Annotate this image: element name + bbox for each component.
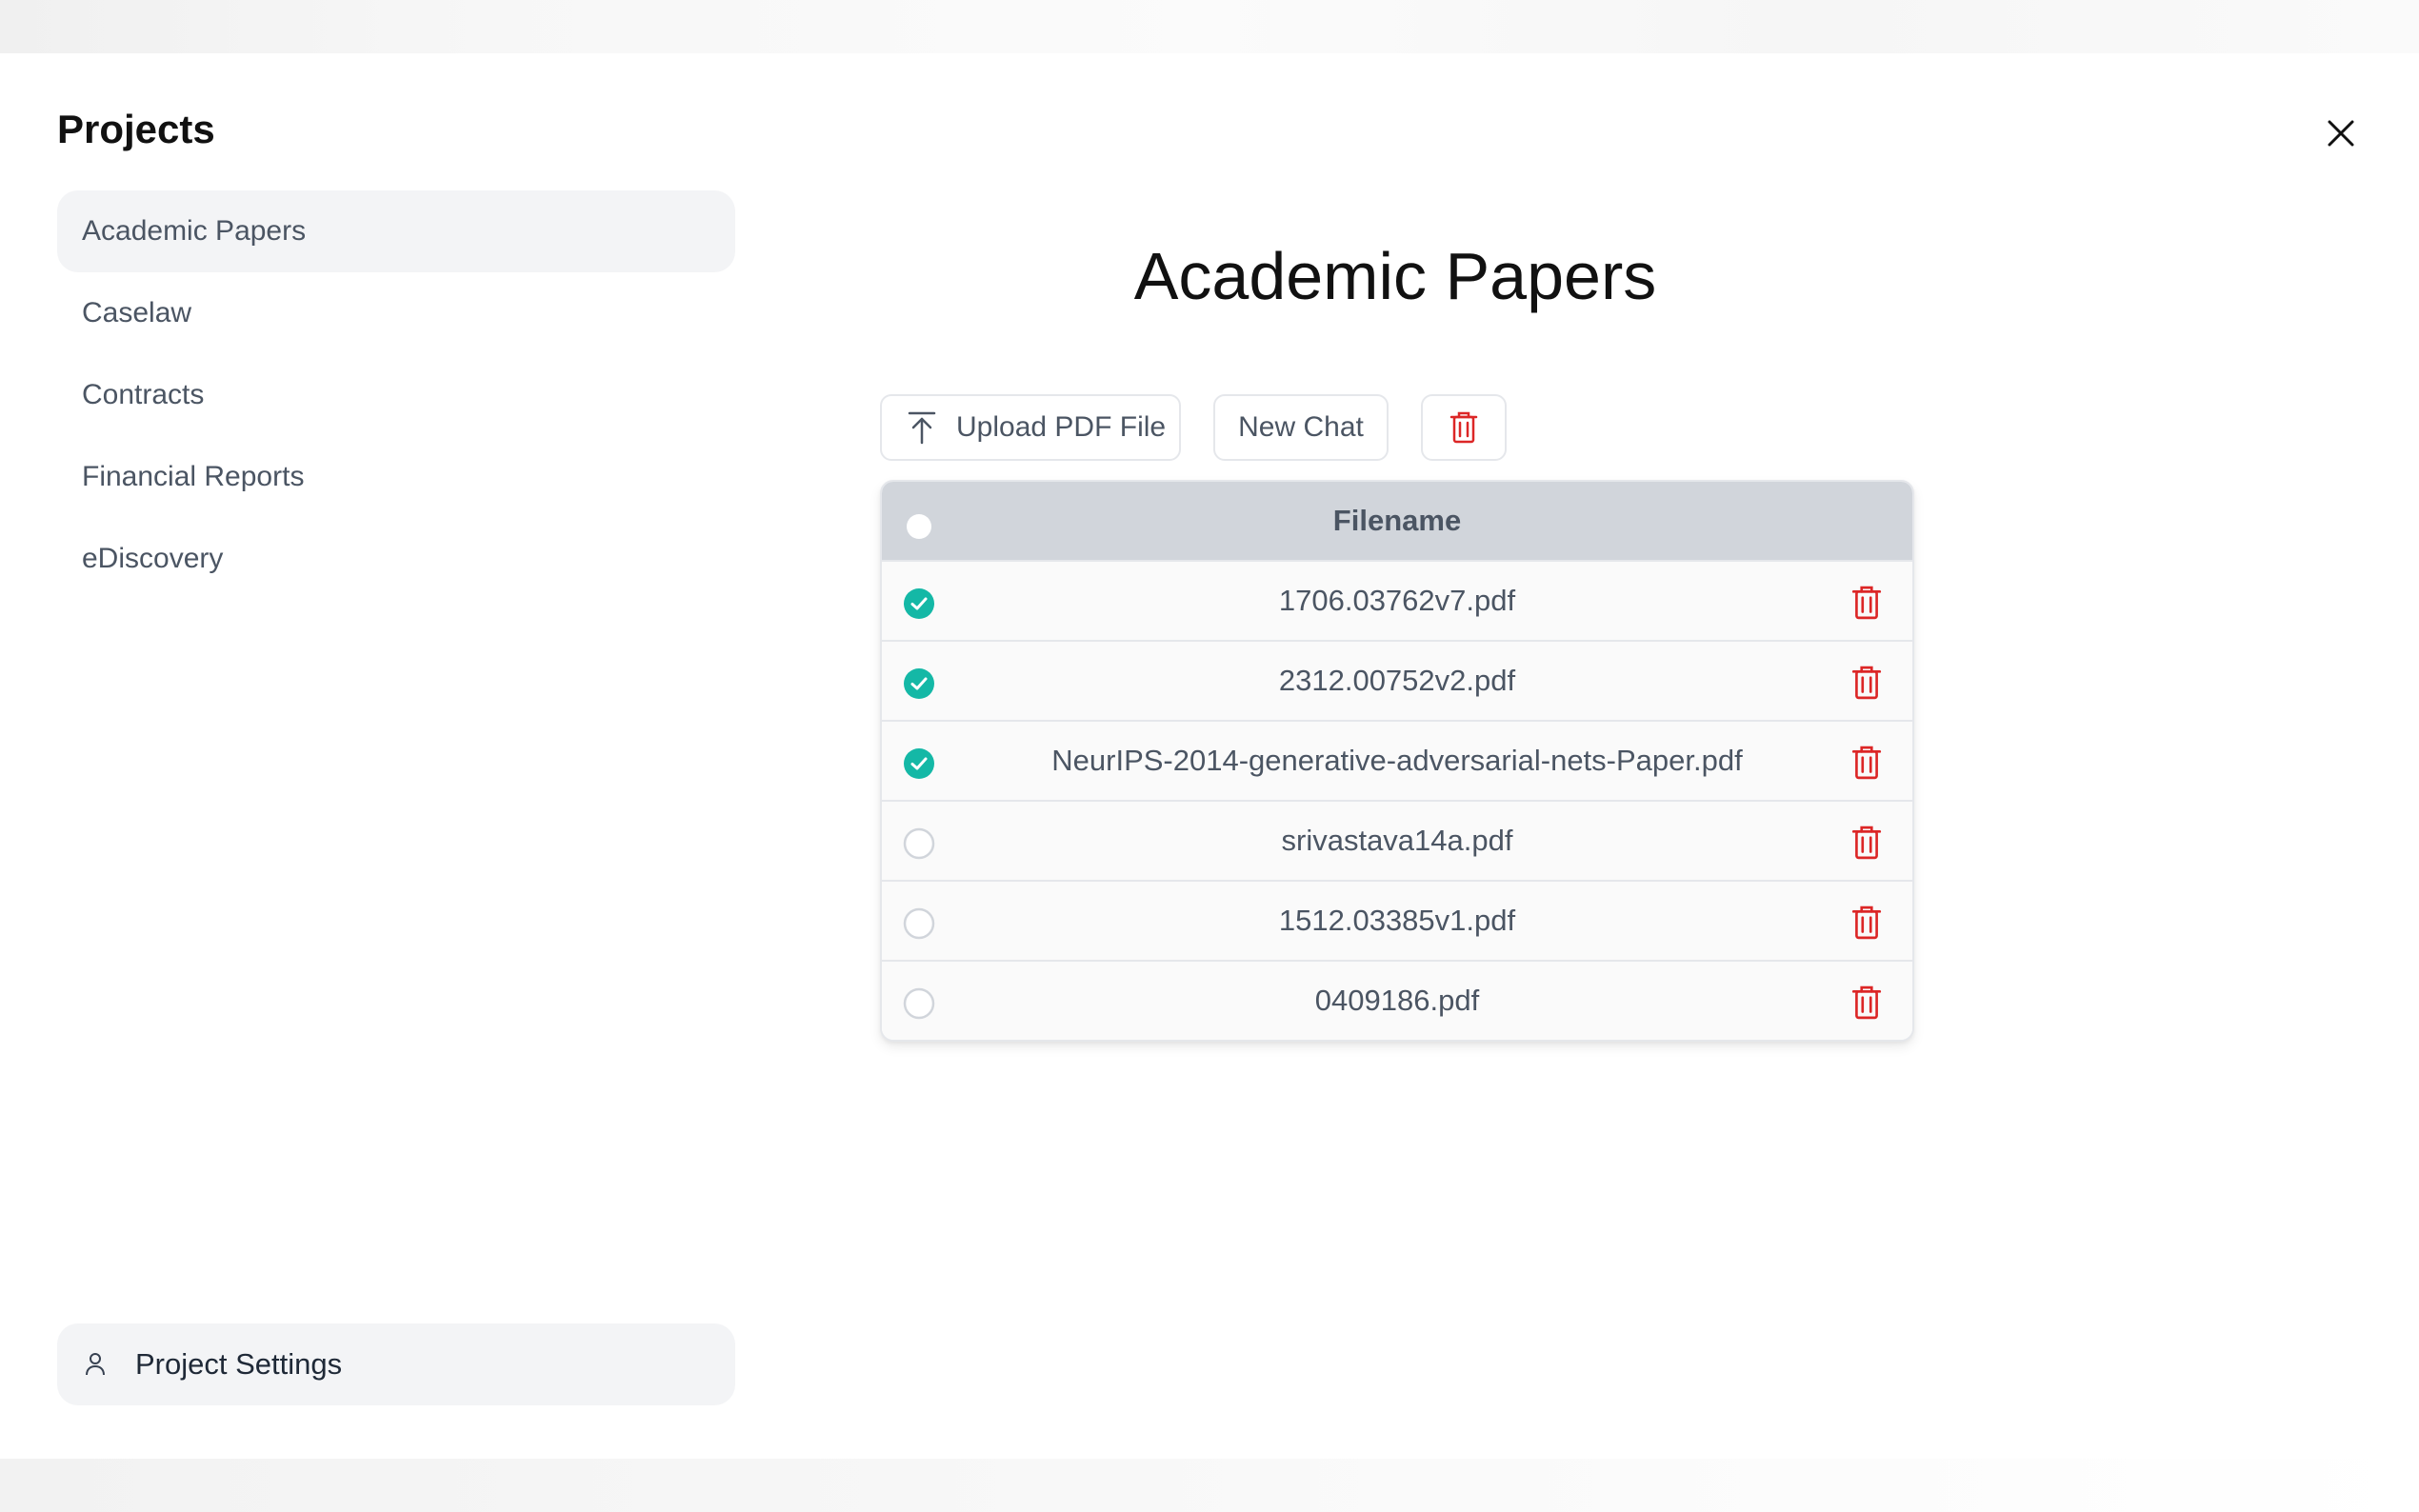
upload-pdf-label: Upload PDF File	[956, 411, 1167, 443]
table-row[interactable]: 0409186.pdf	[882, 960, 1912, 1040]
sidebar-item-caselaw[interactable]: Caselaw	[57, 272, 735, 354]
sidebar-item-academic-papers[interactable]: Academic Papers	[57, 190, 735, 272]
filename-cell: srivastava14a.pdf	[1281, 824, 1513, 857]
checked-circle-icon[interactable]	[903, 667, 935, 700]
toolbar: Upload PDF File New Chat	[880, 394, 1507, 461]
unchecked-circle-icon[interactable]	[903, 827, 935, 860]
table-row[interactable]: NeurIPS-2014-generative-adversarial-nets…	[882, 720, 1912, 800]
unchecked-circle-icon[interactable]	[903, 987, 935, 1020]
close-icon	[2328, 120, 2354, 147]
filename-cell: 0409186.pdf	[1314, 984, 1480, 1017]
filename-cell: 1512.03385v1.pdf	[1278, 904, 1516, 937]
filename-cell: NeurIPS-2014-generative-adversarial-nets…	[1051, 744, 1743, 777]
sidebar-item-contracts[interactable]: Contracts	[57, 354, 735, 436]
trash-icon	[1851, 905, 1882, 940]
table-header: Filename	[882, 482, 1912, 560]
close-button[interactable]	[2322, 114, 2360, 152]
upload-icon	[907, 410, 937, 445]
project-settings-label: Project Settings	[135, 1347, 343, 1381]
trash-icon	[1851, 666, 1882, 700]
filename-cell: 1706.03762v7.pdf	[1278, 584, 1516, 617]
trash-icon	[1449, 411, 1478, 444]
trash-icon	[1851, 746, 1882, 780]
new-chat-button[interactable]: New Chat	[1213, 394, 1389, 461]
user-icon	[82, 1351, 109, 1378]
upload-pdf-button[interactable]: Upload PDF File	[880, 394, 1181, 461]
select-all-checkbox[interactable]	[907, 514, 931, 539]
table-row[interactable]: 1706.03762v7.pdf	[882, 560, 1912, 640]
table-row[interactable]: 1512.03385v1.pdf	[882, 880, 1912, 960]
sidebar-item-ediscovery[interactable]: eDiscovery	[57, 518, 735, 600]
delete-file-button[interactable]	[1851, 985, 1882, 1020]
unchecked-circle-icon[interactable]	[903, 907, 935, 940]
checked-circle-icon[interactable]	[903, 747, 935, 780]
files-table: Filename 1706.03762v7.pdf 2312.00752v2.pd…	[880, 480, 1914, 1042]
sidebar-title: Projects	[57, 107, 215, 151]
delete-file-button[interactable]	[1851, 666, 1882, 700]
project-settings-button[interactable]: Project Settings	[57, 1323, 735, 1405]
trash-icon	[1851, 586, 1882, 620]
table-row[interactable]: srivastava14a.pdf	[882, 800, 1912, 880]
top-backdrop	[0, 0, 2419, 53]
trash-icon	[1851, 826, 1882, 860]
filename-column-header: Filename	[1332, 504, 1462, 537]
delete-file-button[interactable]	[1851, 586, 1882, 620]
bottom-backdrop	[0, 1459, 2419, 1512]
project-list: Academic Papers Caselaw Contracts Financ…	[57, 190, 735, 600]
delete-file-button[interactable]	[1851, 905, 1882, 940]
delete-selected-button[interactable]	[1421, 394, 1507, 461]
checked-circle-icon[interactable]	[903, 587, 935, 620]
sidebar-item-financial-reports[interactable]: Financial Reports	[57, 436, 735, 518]
delete-file-button[interactable]	[1851, 826, 1882, 860]
page-title: Academic Papers	[1133, 239, 1657, 313]
trash-icon	[1851, 985, 1882, 1020]
table-row[interactable]: 2312.00752v2.pdf	[882, 640, 1912, 720]
filename-cell: 2312.00752v2.pdf	[1278, 664, 1516, 697]
delete-file-button[interactable]	[1851, 746, 1882, 780]
